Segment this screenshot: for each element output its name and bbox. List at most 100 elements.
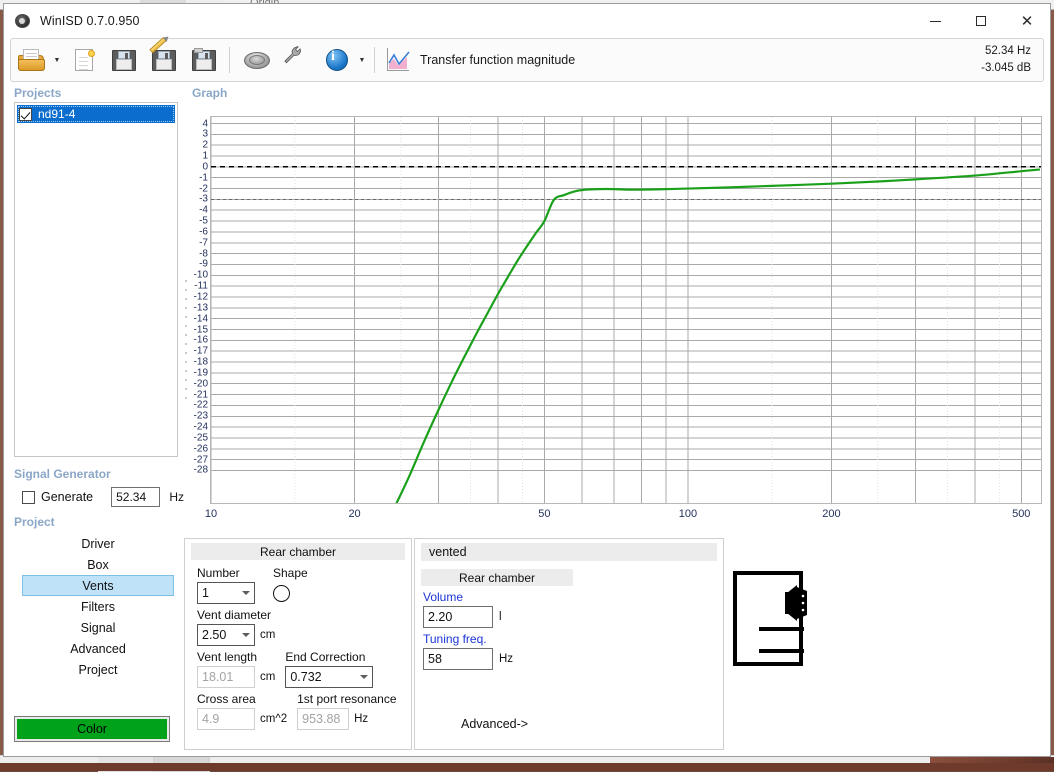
color-button[interactable]: Color — [14, 716, 170, 742]
open-folder-icon — [17, 46, 47, 74]
speaker-driver-icon — [242, 46, 272, 74]
transfer-function-label: Transfer function magnitude — [420, 53, 575, 67]
y-axis-tick: -19 — [194, 367, 208, 378]
y-axis-tick: -9 — [199, 259, 208, 270]
vent-length-value: 18.01 — [197, 666, 255, 688]
sidebar-item-advanced[interactable]: Advanced — [22, 638, 174, 659]
volume-unit: l — [499, 611, 502, 623]
toolbar-separator-2 — [374, 47, 375, 73]
x-axis-tick: 500 — [1012, 508, 1030, 520]
y-axis-tick: -8 — [199, 248, 208, 259]
port-resonance-value: 953.88 — [297, 708, 349, 730]
y-axis-tick: -16 — [194, 335, 208, 346]
shape-label: Shape — [273, 566, 308, 580]
vented-enclosure-icon — [733, 571, 803, 666]
end-correction-select[interactable]: 0.732 — [285, 666, 373, 688]
x-axis-labels: 102050100200500 — [210, 508, 1042, 524]
chevron-down-icon — [242, 591, 250, 595]
volume-input[interactable]: 2.20 — [423, 606, 493, 628]
window-controls: ✕ — [912, 4, 1050, 38]
sidebar-item-driver[interactable]: Driver — [22, 533, 174, 554]
content-area: Projects nd91-4 Signal Generator Generat… — [4, 82, 1050, 756]
sidebar-item-box[interactable]: Box — [22, 554, 174, 575]
y-axis-tick: -1 — [199, 172, 208, 183]
winisd-window: WinISD 0.7.0.950 ✕ ▼ — [3, 3, 1051, 757]
vent-diameter-unit: cm — [260, 629, 275, 641]
plot-area[interactable] — [210, 116, 1042, 504]
app-speaker-icon — [14, 12, 32, 30]
floppy-save-icon — [109, 46, 139, 74]
save-button[interactable] — [105, 41, 143, 79]
tuning-freq-label: Tuning freq. — [423, 632, 723, 646]
vent-diameter-select[interactable]: 2.50 — [197, 624, 255, 646]
info-button[interactable]: i — [318, 41, 356, 79]
vent-diameter-label: Vent diameter — [197, 608, 411, 622]
y-axis-tick: -27 — [194, 454, 208, 465]
minimize-button[interactable] — [912, 4, 958, 38]
bottom-panels: Rear chamber Number 1 Shape — [184, 538, 1050, 756]
projects-list[interactable]: nd91-4 — [14, 102, 178, 457]
box-panel: vented Rear chamber Volume 2.20 l Tuning… — [414, 538, 724, 750]
sidebar-item-project[interactable]: Project — [22, 659, 174, 680]
vent-number-select[interactable]: 1 — [197, 582, 255, 604]
signal-frequency-unit: Hz — [169, 490, 184, 504]
readout-gain: -3.045 dB — [981, 60, 1031, 77]
vents-panel-caption: Rear chamber — [191, 543, 405, 560]
y-axis-tick: -17 — [194, 346, 208, 357]
vent-length-unit: cm — [260, 671, 275, 683]
sidebar-item-filters[interactable]: Filters — [22, 596, 174, 617]
tools-button[interactable] — [278, 41, 316, 79]
chevron-down-icon — [242, 633, 250, 637]
cursor-readouts: 52.34 Hz -3.045 dB — [981, 43, 1031, 77]
main-toolbar: ▼ — [10, 38, 1044, 82]
y-axis-tick: -26 — [194, 443, 208, 454]
save-as-button[interactable] — [145, 41, 183, 79]
y-axis-tick: -4 — [199, 205, 208, 216]
advanced-link[interactable]: Advanced-> — [461, 717, 528, 731]
close-button[interactable]: ✕ — [1004, 4, 1050, 38]
transfer-function-plot — [211, 117, 1041, 503]
y-axis-tick: -3 — [199, 194, 208, 205]
signal-generator-caption: Signal Generator — [6, 463, 184, 481]
driver-database-button[interactable] — [238, 41, 276, 79]
cross-area-unit: cm^2 — [260, 713, 287, 725]
x-axis-tick: 10 — [205, 508, 217, 520]
toolbar-separator — [229, 47, 230, 73]
save-all-button[interactable] — [185, 41, 223, 79]
tuning-freq-input[interactable]: 58 — [423, 648, 493, 670]
y-axis-tick: -14 — [194, 313, 208, 324]
volume-label: Volume — [423, 590, 723, 604]
generate-checkbox[interactable] — [22, 491, 35, 504]
window-title: WinISD 0.7.0.950 — [40, 14, 140, 28]
readout-frequency: 52.34 Hz — [981, 43, 1031, 60]
number-label: Number — [197, 566, 255, 580]
info-circle-icon: i — [322, 46, 352, 74]
title-bar[interactable]: WinISD 0.7.0.950 ✕ — [4, 4, 1050, 38]
new-project-button[interactable] — [65, 41, 103, 79]
vent-number-value: 1 — [202, 583, 209, 603]
x-axis-tick: 50 — [538, 508, 550, 520]
vent-length-label: Vent length — [197, 650, 275, 664]
y-axis-scroll-dots — [184, 280, 188, 400]
maximize-button[interactable] — [958, 4, 1004, 38]
y-axis-tick: -28 — [194, 465, 208, 476]
main-column: Graph 43210-1-2-3-4-5-6-7-8-9-10-11-12-1… — [184, 82, 1050, 756]
port-resonance-label: 1st port resonance — [297, 692, 396, 706]
sidebar-item-vents[interactable]: Vents — [22, 575, 174, 596]
open-dropdown-caret-icon[interactable]: ▼ — [51, 41, 63, 79]
project-checkbox[interactable] — [19, 108, 32, 121]
vent-shape-circle-icon[interactable] — [273, 585, 290, 602]
open-project-button[interactable] — [13, 41, 51, 79]
info-dropdown-caret-icon[interactable]: ▼ — [356, 41, 368, 79]
sidebar-item-signal[interactable]: Signal — [22, 617, 174, 638]
end-correction-label: End Correction — [285, 650, 373, 664]
wrench-icon — [282, 44, 303, 65]
list-item[interactable]: nd91-4 — [17, 105, 175, 123]
project-nav-caption: Project — [6, 511, 184, 529]
y-axis-tick: -18 — [194, 357, 208, 368]
y-axis-tick: -22 — [194, 400, 208, 411]
x-axis-tick: 20 — [348, 508, 360, 520]
vent-diameter-value: 2.50 — [202, 625, 226, 645]
signal-frequency-input[interactable]: 52.34 — [111, 487, 160, 507]
floppy-all-icon — [189, 46, 219, 74]
